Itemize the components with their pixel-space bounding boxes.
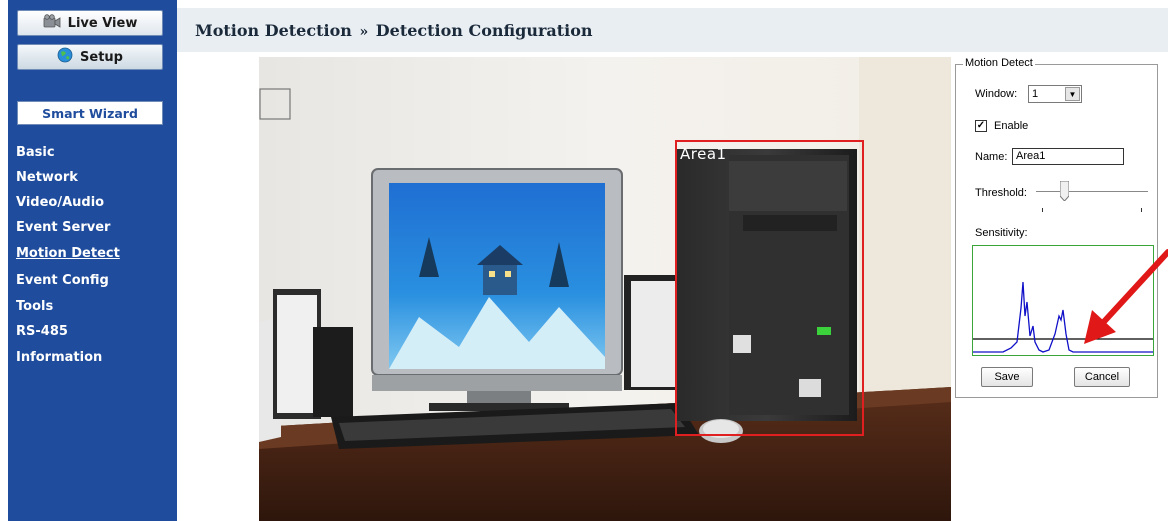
camera-image	[259, 57, 951, 521]
threshold-label: Threshold:	[975, 187, 1027, 199]
live-view-label: Live View	[67, 15, 138, 31]
red-arrow-icon	[1070, 230, 1168, 370]
slider-tick-right	[1141, 208, 1142, 212]
window-select-value: 1	[1032, 88, 1039, 100]
nav-item-tools[interactable]: Tools	[16, 299, 53, 314]
panel-legend: Motion Detect	[963, 57, 1035, 69]
name-input[interactable]: Area1	[1012, 148, 1124, 165]
breadcrumb-separator: »	[359, 24, 369, 40]
page-header: Motion Detection » Detection Configurati…	[177, 8, 1168, 52]
sidebar: Live View Setup Smart Wizard Basic Netwo…	[8, 0, 177, 521]
checkmark-icon: ✓	[976, 120, 986, 131]
slider-tick-left	[1042, 208, 1043, 212]
save-button[interactable]: Save	[981, 367, 1033, 387]
live-view-button[interactable]: Live View	[17, 10, 163, 36]
nav-item-basic[interactable]: Basic	[16, 145, 55, 160]
camera-view[interactable]: Area1	[259, 57, 951, 521]
slider-thumb[interactable]	[1059, 180, 1070, 202]
dropdown-arrow-icon: ▼	[1065, 87, 1080, 101]
setup-label: Setup	[80, 49, 123, 65]
breadcrumb-page: Detection Configuration	[375, 21, 593, 40]
area-label: Area1	[680, 145, 727, 163]
nav-item-rs485[interactable]: RS-485	[16, 324, 68, 339]
nav-item-event-server[interactable]: Event Server	[16, 220, 110, 235]
enable-checkbox[interactable]: ✓	[975, 120, 987, 132]
enable-label: Enable	[994, 120, 1029, 132]
name-label: Name:	[975, 151, 1008, 163]
nav-item-information[interactable]: Information	[16, 350, 102, 365]
breadcrumb-section: Motion Detection	[195, 21, 352, 40]
nav-item-event-config[interactable]: Event Config	[16, 273, 109, 288]
threshold-slider[interactable]	[1036, 179, 1151, 213]
nav-item-motion-detect[interactable]: Motion Detect	[16, 246, 120, 261]
slider-track	[1036, 191, 1148, 192]
page-title: Motion Detection » Detection Configurati…	[195, 21, 593, 40]
nav-item-video-audio[interactable]: Video/Audio	[16, 195, 104, 210]
setup-button[interactable]: Setup	[17, 44, 163, 70]
nav-item-network[interactable]: Network	[16, 170, 78, 185]
sensitivity-label: Sensitivity:	[975, 227, 1028, 239]
camera-icon	[43, 14, 61, 32]
window-label: Window:	[975, 88, 1018, 100]
globe-icon	[57, 47, 73, 67]
smart-wizard-button[interactable]: Smart Wizard	[17, 101, 163, 125]
window-select[interactable]: 1 ▼	[1028, 85, 1082, 103]
